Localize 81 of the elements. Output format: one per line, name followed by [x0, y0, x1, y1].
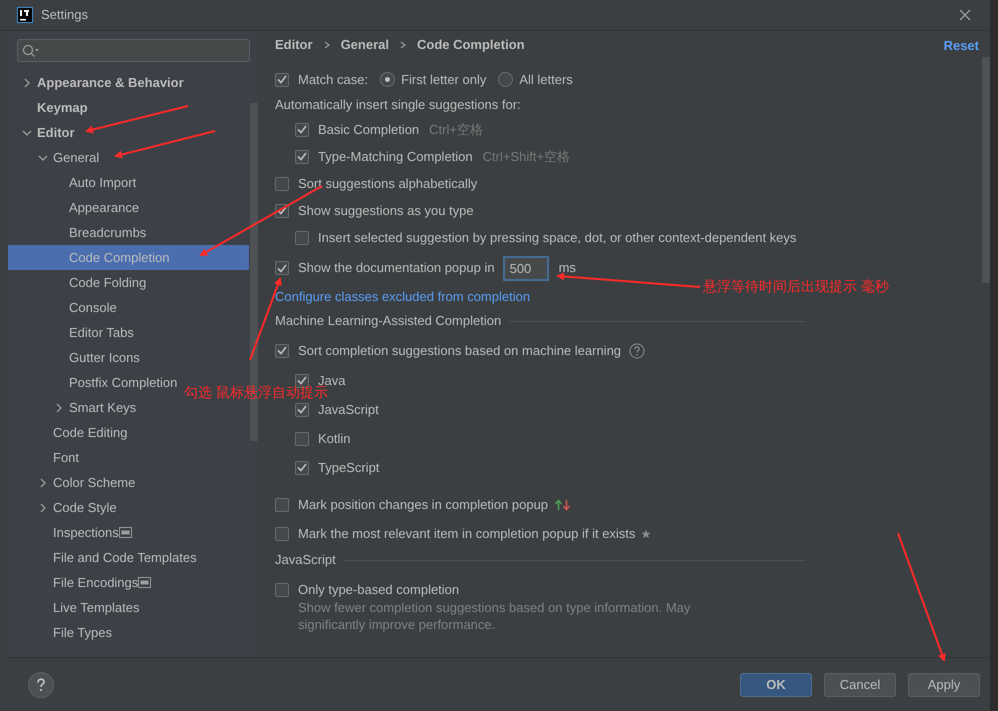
tree-item[interactable]: Console	[8, 295, 119, 320]
tree-item[interactable]: Code Style	[8, 495, 119, 520]
shortcut-hint: Ctrl+Shift+空格	[482, 148, 570, 166]
checkbox[interactable]	[295, 150, 309, 164]
dialog-button[interactable]: Cancel	[824, 672, 896, 696]
checkbox-label: Sort suggestions alphabetically	[298, 174, 478, 193]
annotation-text: 悬浮等待时间后出现提示 毫秒	[703, 277, 889, 296]
checkbox[interactable]	[275, 582, 289, 596]
tree-item[interactable]: Smart Keys	[8, 395, 138, 420]
radio-label: All letters	[519, 70, 573, 89]
breadcrumb-item[interactable]: Code Completion	[416, 35, 525, 55]
checkbox-label: Kotlin	[318, 430, 351, 448]
help-button[interactable]	[28, 672, 54, 698]
checkbox[interactable]	[275, 526, 289, 540]
description-text: Show fewer completion suggestions based on type information. May significantly improve performance.	[297, 599, 692, 633]
tree-item[interactable]: General	[8, 145, 102, 170]
checkbox-label: JavaScript	[318, 400, 379, 419]
configure-link[interactable]: Configure classes excluded from completion	[275, 287, 530, 307]
checkbox-label: Basic Completion	[318, 120, 420, 139]
scrollbar-thumb[interactable]	[982, 57, 990, 283]
tree-item[interactable]: Code Folding	[8, 270, 148, 295]
tree-item[interactable]: Breadcrumbs	[8, 220, 148, 245]
tree-item[interactable]: Appearance & Behavior	[8, 70, 186, 95]
search-field[interactable]	[17, 39, 250, 62]
checkbox[interactable]	[275, 498, 289, 512]
checkbox[interactable]	[275, 72, 289, 86]
chevron-right-icon	[322, 40, 331, 50]
tree-item[interactable]: Color Scheme	[8, 470, 138, 495]
shortcut-hint: Ctrl+空格	[429, 120, 483, 139]
checkbox-label: Insert selected suggestion by pressing space, dot, or other context-dependent keys	[318, 228, 796, 247]
breadcrumb-item[interactable]: General	[340, 35, 389, 55]
checkbox-label: Match case:	[298, 70, 368, 89]
checkbox-label: Sort completion suggestions based on machine learning	[298, 342, 622, 360]
chevron-right-icon	[398, 40, 407, 50]
group-label: Automatically insert single suggestions for:	[275, 96, 521, 114]
checkbox[interactable]	[295, 432, 309, 446]
radio-button[interactable]	[498, 72, 514, 87]
tree-item[interactable]: Auto Import	[8, 170, 138, 195]
search-icon	[22, 44, 40, 58]
breadcrumb-item[interactable]: Editor	[275, 35, 313, 55]
tree-item[interactable]: Postfix Completion	[8, 370, 180, 395]
checkbox[interactable]	[295, 374, 309, 388]
number-field[interactable]: 500	[502, 256, 549, 280]
tree-item[interactable]: Editor	[8, 120, 77, 145]
tree-item[interactable]: Appearance	[8, 195, 142, 220]
unit-label: ms	[558, 259, 576, 278]
checkbox[interactable]	[295, 402, 309, 416]
checkbox-label: Only type-based completion	[298, 580, 460, 599]
checkbox-label: TypeScript	[318, 458, 380, 477]
checkbox[interactable]	[275, 176, 289, 190]
window-title: Settings	[41, 6, 88, 24]
checkbox[interactable]	[295, 230, 309, 244]
radio-label: First letter only	[401, 70, 486, 89]
reset-link[interactable]: Reset	[944, 36, 979, 56]
app-logo-icon	[17, 7, 33, 23]
tree-item[interactable]: File and Code Templates	[8, 545, 199, 570]
tree-item[interactable]: Font	[8, 445, 82, 470]
checkbox[interactable]	[275, 344, 289, 358]
tree-item[interactable]: Gutter Icons	[8, 345, 142, 370]
radio-button[interactable]	[380, 72, 396, 87]
section-title: Machine Learning-Assisted Completion	[275, 312, 502, 330]
tree-item[interactable]: File Encodings	[8, 570, 154, 595]
checkbox[interactable]	[295, 460, 309, 474]
checkbox-label: Type-Matching Completion	[318, 148, 473, 166]
section-title: JavaScript	[275, 551, 336, 570]
dialog-button[interactable]: Apply	[908, 672, 980, 696]
checkbox-label: Mark position changes in completion popup	[298, 496, 548, 514]
checkbox-label: Show suggestions as you type	[298, 202, 474, 220]
tree-item[interactable]: File Types	[8, 620, 114, 645]
checkbox-label: Mark the most relevant item in completion popup if it exists	[298, 524, 636, 543]
tree-item[interactable]: Live Templates	[8, 595, 142, 620]
checkbox-label: Show the documentation popup in	[298, 259, 495, 278]
tree-item[interactable]: Keymap	[8, 95, 90, 120]
checkbox[interactable]	[275, 261, 289, 275]
question-mark-icon	[36, 678, 46, 692]
close-icon[interactable]	[959, 9, 971, 21]
tree-item[interactable]: Code Editing	[8, 420, 130, 445]
tree-item[interactable]: Editor Tabs	[8, 320, 136, 345]
checkbox[interactable]	[295, 122, 309, 136]
dialog-button[interactable]: OK	[740, 672, 812, 696]
tree-item[interactable]: Inspections	[8, 520, 134, 545]
